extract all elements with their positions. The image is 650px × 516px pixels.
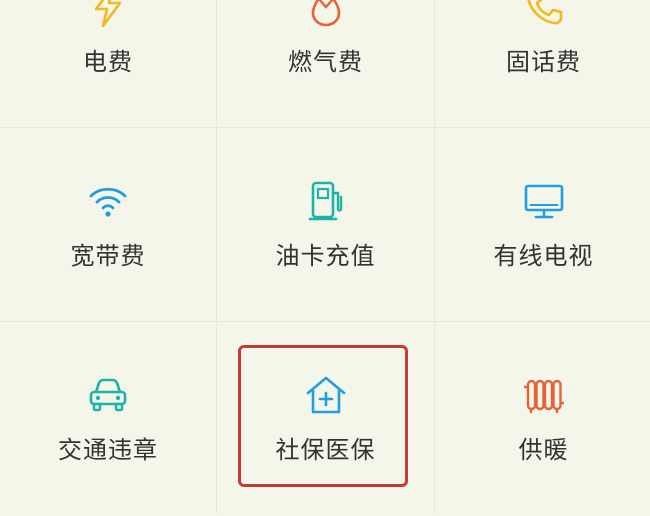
tile-label: 社保医保 xyxy=(275,436,376,464)
tile-traffic-violation[interactable]: 交通违章 xyxy=(0,322,216,516)
tile-fuel-card[interactable]: 油卡充值 xyxy=(217,128,434,321)
tile-label: 供暖 xyxy=(518,436,569,464)
tile-label: 有线电视 xyxy=(493,241,594,270)
tile-electricity[interactable]: 电费 xyxy=(0,0,216,127)
tile-label: 交通违章 xyxy=(58,436,158,464)
tile-cable-tv[interactable]: 有线电视 xyxy=(435,128,650,321)
tile-label: 油卡充值 xyxy=(275,241,376,270)
tile-label: 宽带费 xyxy=(70,241,146,270)
phone-icon xyxy=(522,0,566,29)
medical-house-icon xyxy=(304,373,348,417)
service-grid: 电费 燃气费 固话费 宽带费 油卡充值 有线电视 交通违章 社保医保 供暖 xyxy=(0,0,650,516)
radiator-icon xyxy=(522,373,566,417)
tile-broadband[interactable]: 宽带费 xyxy=(0,128,216,321)
car-icon xyxy=(86,373,130,417)
tile-label: 电费 xyxy=(83,47,133,76)
tile-social-medical-insurance[interactable]: 社保医保 xyxy=(217,322,434,516)
lightning-icon xyxy=(86,0,130,29)
tv-monitor-icon xyxy=(522,179,566,223)
wifi-icon xyxy=(86,179,130,223)
gas-flame-icon xyxy=(304,0,348,29)
tile-label: 固话费 xyxy=(506,47,581,76)
tile-landline[interactable]: 固话费 xyxy=(435,0,650,127)
tile-gas[interactable]: 燃气费 xyxy=(217,0,434,127)
tile-label: 燃气费 xyxy=(288,47,363,76)
gas-pump-icon xyxy=(304,179,348,223)
tile-heating[interactable]: 供暖 xyxy=(435,322,650,516)
